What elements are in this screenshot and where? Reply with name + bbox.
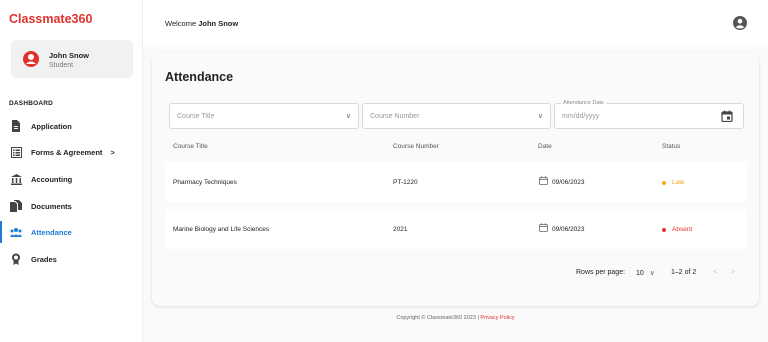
sidebar-item-forms-agreement[interactable]: Forms & Agreement > [0,141,142,163]
copyright-text: Copyright © Classmate360 2023 | [396,315,481,321]
calendar-icon [539,223,548,232]
brand-logo[interactable]: Classmate360 [9,12,92,26]
rows-per-page-label: Rows per page: [576,269,626,276]
sidebar-item-label: Application [31,121,72,131]
chevron-down-icon: ∨ [345,113,351,120]
attendance-date-label: Attendance Date [561,100,606,106]
previous-page-button[interactable]: < [713,269,717,276]
sidebar-item-attendance[interactable]: Attendance [0,221,142,243]
sidebar-item-label: Forms & Agreement [31,147,103,157]
avatar [23,51,39,67]
status-dot [662,180,666,185]
course-number-placeholder: Course Number [370,113,420,120]
pagination-range: 1–2 of 2 [671,269,697,276]
sidebar-item-label: Documents [31,201,72,211]
status-text: Absent [672,226,693,233]
attendance-card: Attendance Course Title ∨ Course Number … [152,53,759,306]
course-title-cell: Marine Biology and Life Sciences [173,226,270,233]
sidebar-item-label: Attendance [31,227,72,237]
status-badge: Late [662,179,685,186]
course-number-select[interactable]: Course Number ∨ [362,103,551,129]
rows-per-page-select[interactable]: 10 ∨ [636,269,655,277]
welcome-prefix: Welcome [165,19,197,28]
table-row[interactable]: Pharmacy Techniques PT-1220 09/06/2023 L… [165,162,747,202]
column-header-course-number[interactable]: Course Number [393,143,439,150]
chevron-down-icon: ∨ [537,113,543,120]
documents-icon [10,200,22,212]
account-circle-icon[interactable] [733,16,747,30]
privacy-policy-link[interactable]: Privacy Policy [480,315,514,321]
user-icon [26,54,36,64]
sidebar-item-grades[interactable]: Grades [0,248,142,270]
people-icon [10,226,22,238]
calendar-icon [539,176,548,185]
form-icon [10,146,22,158]
document-icon [10,120,22,132]
column-header-status[interactable]: Status [662,143,680,150]
sidebar-item-documents[interactable]: Documents [0,195,142,217]
welcome-message: Welcome John Snow [165,19,238,28]
top-bar: Welcome John Snow [143,0,768,45]
bank-icon [10,173,22,185]
page-title: Attendance [165,70,234,84]
course-title-cell: Pharmacy Techniques [173,179,237,186]
sidebar-item-label: Grades [31,254,57,264]
award-icon [10,253,22,265]
sidebar-section-label: DASHBOARD [9,100,54,107]
table-row[interactable]: Marine Biology and Life Sciences 2021 09… [165,209,747,249]
chevron-right-icon[interactable]: > [110,148,114,157]
status-badge: Absent [662,226,692,233]
sidebar-item-application[interactable]: Application [0,115,142,137]
course-title-placeholder: Course Title [177,113,215,120]
status-dot [662,227,666,232]
footer: Copyright © Classmate360 2023 | Privacy … [143,315,768,321]
column-header-date[interactable]: Date [538,143,552,150]
status-text: Late [672,179,685,186]
column-header-course-title[interactable]: Course Title [173,143,208,150]
sidebar-item-label: Accounting [31,174,73,184]
next-page-button[interactable]: > [731,269,735,276]
rows-per-page-value: 10 [636,270,644,277]
attendance-date-field[interactable]: Attendance Date mm/dd/yyyy [554,100,744,129]
user-card[interactable]: John Snow Student [11,40,133,78]
course-title-select[interactable]: Course Title ∨ [169,103,359,129]
sidebar-item-accounting[interactable]: Accounting [0,168,142,190]
sidebar: Classmate360 John Snow Student DASHBOARD… [0,0,143,342]
calendar-icon[interactable] [721,110,733,123]
user-role: Student [49,62,74,69]
date-cell: 09/06/2023 [552,226,585,233]
course-number-cell: PT-1220 [393,179,418,186]
user-name: John Snow [49,51,89,60]
date-cell: 09/06/2023 [552,179,585,186]
welcome-user-name: John Snow [198,19,239,28]
chevron-down-icon: ∨ [649,270,655,277]
attendance-date-placeholder: mm/dd/yyyy [562,113,600,120]
course-number-cell: 2021 [393,226,408,233]
